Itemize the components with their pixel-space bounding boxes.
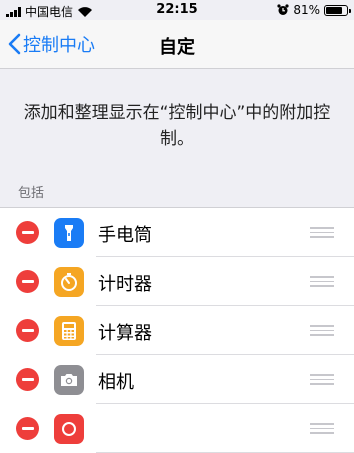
status-right: 81%: [277, 3, 351, 17]
battery-icon: [324, 4, 351, 16]
timer-icon: [54, 267, 84, 297]
battery-percent: 81%: [293, 3, 320, 17]
reorder-handle[interactable]: [310, 227, 334, 238]
remove-button[interactable]: [16, 319, 39, 342]
remove-button[interactable]: [16, 270, 39, 293]
list-item: 计时器: [0, 257, 354, 306]
app-icon: [54, 414, 84, 444]
reorder-handle[interactable]: [310, 423, 334, 434]
reorder-handle[interactable]: [310, 276, 334, 287]
chevron-left-icon: [8, 33, 21, 55]
flashlight-icon: [54, 218, 84, 248]
calculator-icon: [54, 316, 84, 346]
status-bar: 中国电信 22:15 81%: [0, 0, 354, 20]
description-text: 添加和整理显示在“控制中心”中的附加控制。: [23, 103, 331, 149]
list-item: 计算器: [0, 306, 354, 355]
list-item-label: 手电筒: [98, 225, 152, 246]
remove-button[interactable]: [16, 417, 39, 440]
remove-button[interactable]: [16, 221, 39, 244]
alarm-icon: [277, 4, 289, 15]
list-item-label: 计算器: [98, 323, 152, 344]
reorder-handle[interactable]: [310, 325, 334, 336]
list-item-label: 计时器: [98, 274, 152, 295]
list-item: 相机: [0, 355, 354, 404]
included-controls-list: 手电筒 计时器 计算器 相机: [0, 207, 354, 453]
back-button[interactable]: 控制中心: [8, 31, 95, 57]
back-label: 控制中心: [23, 35, 95, 56]
list-item-label: 相机: [98, 372, 134, 393]
list-item: 手电筒: [0, 208, 354, 257]
section-header-included: 包括: [18, 186, 45, 201]
navigation-bar: 控制中心 自定: [0, 20, 354, 69]
remove-button[interactable]: [16, 368, 39, 391]
camera-icon: [54, 365, 84, 395]
reorder-handle[interactable]: [310, 374, 334, 385]
list-item: [0, 404, 354, 453]
